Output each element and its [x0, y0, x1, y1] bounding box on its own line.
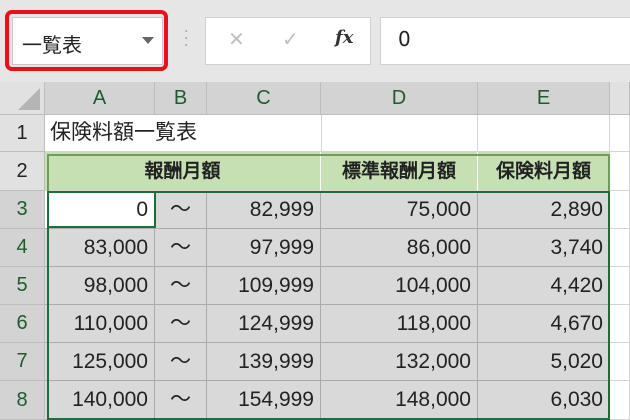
formula-bar: 一覧表 · · · ✕ ✓ fx 0 — [0, 0, 630, 82]
cell-f-row-3[interactable] — [610, 191, 630, 229]
cell-premium-row-8[interactable]: 6,030 — [478, 381, 610, 420]
row-header-8[interactable]: 8 — [0, 381, 45, 420]
cell-premium-row-4[interactable]: 3,740 — [478, 229, 610, 267]
cell-from-row-4[interactable]: 83,000 — [45, 229, 155, 267]
insert-function-icon[interactable]: fx — [335, 27, 353, 48]
cell-to-row-3[interactable]: 82,999 — [207, 191, 321, 229]
row-header-3[interactable]: 3 — [0, 191, 45, 229]
header-standard-pay[interactable]: 標準報酬月額 — [321, 152, 478, 191]
cell-from-row-7[interactable]: 125,000 — [45, 343, 155, 381]
select-all-icon — [18, 88, 40, 110]
cell-to-row-8[interactable]: 154,999 — [207, 381, 321, 420]
cell-tilde-row-6[interactable]: ～ — [155, 305, 207, 343]
column-header-a[interactable]: A — [45, 82, 155, 115]
cell-from-row-6[interactable]: 110,000 — [45, 305, 155, 343]
cell-f-row-4[interactable] — [610, 229, 630, 267]
row-header-6[interactable]: 6 — [0, 305, 45, 343]
column-header-c[interactable]: C — [207, 82, 321, 115]
cell-from-row-5[interactable]: 98,000 — [45, 267, 155, 305]
cell-standard-row-4[interactable]: 86,000 — [321, 229, 478, 267]
cell-premium-row-6[interactable]: 4,670 — [478, 305, 610, 343]
cell-standard-row-6[interactable]: 118,000 — [321, 305, 478, 343]
column-header-d[interactable]: D — [321, 82, 478, 115]
cell-standard-row-5[interactable]: 104,000 — [321, 267, 478, 305]
row-header-2[interactable]: 2 — [0, 152, 45, 191]
cell-f-row-5[interactable] — [610, 267, 630, 305]
cell-e1[interactable] — [478, 115, 610, 152]
row-header-7[interactable]: 7 — [0, 343, 45, 381]
enter-icon[interactable]: ✓ — [282, 27, 299, 51]
row-header-5[interactable]: 5 — [0, 267, 45, 305]
row-header-4[interactable]: 4 — [0, 229, 45, 267]
cell-from-row-3[interactable]: 0 — [45, 191, 155, 229]
formula-input[interactable] — [380, 17, 630, 65]
cell-standard-row-7[interactable]: 132,000 — [321, 343, 478, 381]
cell-to-row-5[interactable]: 109,999 — [207, 267, 321, 305]
cancel-icon[interactable]: ✕ — [228, 27, 245, 51]
cell-tilde-row-7[interactable]: ～ — [155, 343, 207, 381]
cell-f1[interactable] — [610, 115, 630, 152]
row-header-1[interactable]: 1 — [0, 115, 45, 152]
cell-standard-row-8[interactable]: 148,000 — [321, 381, 478, 420]
cell-to-row-6[interactable]: 124,999 — [207, 305, 321, 343]
cell-f2[interactable] — [610, 152, 630, 191]
drag-handle-icon[interactable]: · · · — [184, 25, 190, 53]
cell-f-row-6[interactable] — [610, 305, 630, 343]
cell-d1[interactable] — [321, 115, 478, 152]
header-premium[interactable]: 保険料月額 — [478, 152, 610, 191]
column-header-e[interactable]: E — [478, 82, 610, 115]
cell-standard-row-3[interactable]: 75,000 — [321, 191, 478, 229]
cell-a1-title[interactable]: 保険料額一覧表 — [45, 115, 321, 152]
cell-premium-row-3[interactable]: 2,890 — [478, 191, 610, 229]
header-monthly-pay[interactable]: 報酬月額 — [45, 152, 321, 191]
cell-from-row-8[interactable]: 140,000 — [45, 381, 155, 420]
name-box-highlight-annotation — [5, 10, 168, 71]
cell-tilde-row-8[interactable]: ～ — [155, 381, 207, 420]
cell-tilde-row-3[interactable]: ～ — [155, 191, 207, 229]
cell-premium-row-5[interactable]: 4,420 — [478, 267, 610, 305]
cell-to-row-7[interactable]: 139,999 — [207, 343, 321, 381]
cell-f-row-8[interactable] — [610, 381, 630, 420]
cell-premium-row-7[interactable]: 5,020 — [478, 343, 610, 381]
select-all-button[interactable] — [0, 82, 45, 115]
cell-f-row-7[interactable] — [610, 343, 630, 381]
cell-tilde-row-4[interactable]: ～ — [155, 229, 207, 267]
cell-to-row-4[interactable]: 97,999 — [207, 229, 321, 267]
column-header-b[interactable]: B — [155, 82, 207, 115]
formula-input-value: 0 — [398, 27, 411, 51]
column-header-f[interactable] — [610, 82, 630, 115]
spreadsheet-grid: A B C D E 1 2 3 4 5 6 7 8 保険料額一覧表 報酬月額 標… — [0, 82, 630, 420]
cell-tilde-row-5[interactable]: ～ — [155, 267, 207, 305]
